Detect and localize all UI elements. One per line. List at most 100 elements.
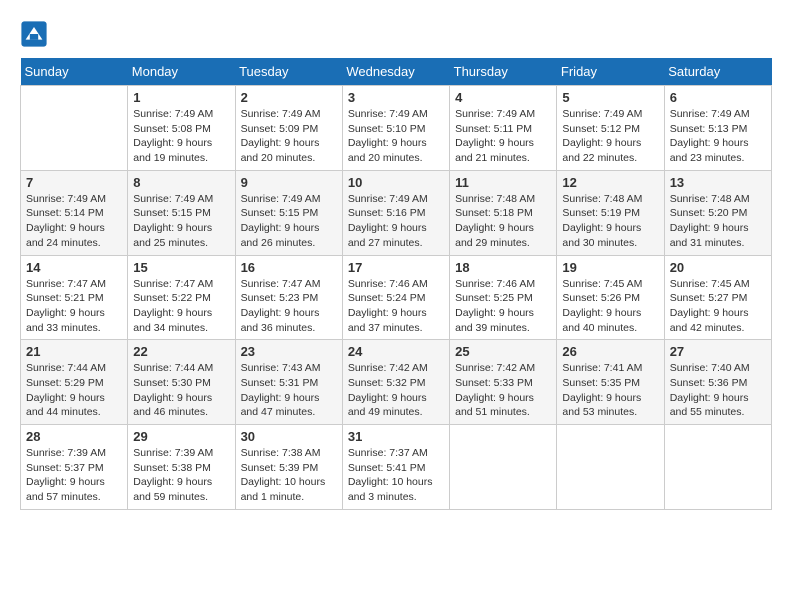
calendar-week-3: 14 Sunrise: 7:47 AM Sunset: 5:21 PM Dayli… [21,255,772,340]
calendar-cell: 4 Sunrise: 7:49 AM Sunset: 5:11 PM Daylig… [450,86,557,171]
day-info: Sunrise: 7:49 AM Sunset: 5:12 PM Dayligh… [562,107,658,166]
day-number: 19 [562,260,658,275]
calendar-table: SundayMondayTuesdayWednesdayThursdayFrid… [20,58,772,510]
day-info: Sunrise: 7:45 AM Sunset: 5:27 PM Dayligh… [670,277,766,336]
day-info: Sunrise: 7:49 AM Sunset: 5:08 PM Dayligh… [133,107,229,166]
logo-icon [20,20,48,48]
day-info: Sunrise: 7:39 AM Sunset: 5:38 PM Dayligh… [133,446,229,505]
calendar-cell: 19 Sunrise: 7:45 AM Sunset: 5:26 PM Dayli… [557,255,664,340]
day-number: 28 [26,429,122,444]
calendar-cell: 2 Sunrise: 7:49 AM Sunset: 5:09 PM Daylig… [235,86,342,171]
calendar-week-2: 7Sunrise: 7:49 AM Sunset: 5:14 PM Daylig… [21,170,772,255]
calendar-cell [664,425,771,510]
calendar-cell: 7Sunrise: 7:49 AM Sunset: 5:14 PM Daylig… [21,170,128,255]
day-number: 16 [241,260,337,275]
calendar-week-5: 28Sunrise: 7:39 AM Sunset: 5:37 PM Dayli… [21,425,772,510]
day-number: 18 [455,260,551,275]
day-number: 8 [133,175,229,190]
day-info: Sunrise: 7:49 AM Sunset: 5:15 PM Dayligh… [241,192,337,251]
day-info: Sunrise: 7:49 AM Sunset: 5:10 PM Dayligh… [348,107,444,166]
calendar-cell: 14 Sunrise: 7:47 AM Sunset: 5:21 PM Dayli… [21,255,128,340]
day-number: 2 [241,90,337,105]
day-number: 1 [133,90,229,105]
day-info: Sunrise: 7:41 AM Sunset: 5:35 PM Dayligh… [562,361,658,420]
day-number: 22 [133,344,229,359]
calendar-week-1: 1 Sunrise: 7:49 AM Sunset: 5:08 PM Daylig… [21,86,772,171]
col-header-tuesday: Tuesday [235,58,342,86]
calendar-cell: 30 Sunrise: 7:38 AM Sunset: 5:39 PM Dayli… [235,425,342,510]
calendar-cell: 18 Sunrise: 7:46 AM Sunset: 5:25 PM Dayli… [450,255,557,340]
day-info: Sunrise: 7:48 AM Sunset: 5:19 PM Dayligh… [562,192,658,251]
calendar-cell: 25 Sunrise: 7:42 AM Sunset: 5:33 PM Dayli… [450,340,557,425]
calendar-cell: 12 Sunrise: 7:48 AM Sunset: 5:19 PM Dayli… [557,170,664,255]
calendar-cell: 22 Sunrise: 7:44 AM Sunset: 5:30 PM Dayli… [128,340,235,425]
calendar-cell: 29 Sunrise: 7:39 AM Sunset: 5:38 PM Dayli… [128,425,235,510]
day-info: Sunrise: 7:48 AM Sunset: 5:18 PM Dayligh… [455,192,551,251]
calendar-cell: 5 Sunrise: 7:49 AM Sunset: 5:12 PM Daylig… [557,86,664,171]
day-number: 27 [670,344,766,359]
day-number: 4 [455,90,551,105]
col-header-monday: Monday [128,58,235,86]
col-header-saturday: Saturday [664,58,771,86]
day-number: 20 [670,260,766,275]
day-number: 5 [562,90,658,105]
calendar-cell: 10Sunrise: 7:49 AM Sunset: 5:16 PM Dayli… [342,170,449,255]
calendar-cell [21,86,128,171]
day-info: Sunrise: 7:49 AM Sunset: 5:16 PM Dayligh… [348,192,444,251]
day-number: 14 [26,260,122,275]
day-info: Sunrise: 7:47 AM Sunset: 5:22 PM Dayligh… [133,277,229,336]
calendar-cell: 31 Sunrise: 7:37 AM Sunset: 5:41 PM Dayli… [342,425,449,510]
day-number: 23 [241,344,337,359]
day-number: 7 [26,175,122,190]
day-info: Sunrise: 7:46 AM Sunset: 5:25 PM Dayligh… [455,277,551,336]
calendar-cell: 6Sunrise: 7:49 AM Sunset: 5:13 PM Daylig… [664,86,771,171]
calendar-week-4: 21Sunrise: 7:44 AM Sunset: 5:29 PM Dayli… [21,340,772,425]
day-info: Sunrise: 7:49 AM Sunset: 5:15 PM Dayligh… [133,192,229,251]
day-info: Sunrise: 7:44 AM Sunset: 5:30 PM Dayligh… [133,361,229,420]
col-header-sunday: Sunday [21,58,128,86]
calendar-cell [557,425,664,510]
day-info: Sunrise: 7:37 AM Sunset: 5:41 PM Dayligh… [348,446,444,505]
day-info: Sunrise: 7:47 AM Sunset: 5:21 PM Dayligh… [26,277,122,336]
day-info: Sunrise: 7:49 AM Sunset: 5:11 PM Dayligh… [455,107,551,166]
day-number: 3 [348,90,444,105]
day-info: Sunrise: 7:49 AM Sunset: 5:13 PM Dayligh… [670,107,766,166]
logo [20,20,52,48]
col-header-friday: Friday [557,58,664,86]
day-number: 21 [26,344,122,359]
col-header-thursday: Thursday [450,58,557,86]
day-info: Sunrise: 7:38 AM Sunset: 5:39 PM Dayligh… [241,446,337,505]
calendar-cell: 21Sunrise: 7:44 AM Sunset: 5:29 PM Dayli… [21,340,128,425]
day-number: 31 [348,429,444,444]
day-number: 25 [455,344,551,359]
calendar-cell: 1 Sunrise: 7:49 AM Sunset: 5:08 PM Daylig… [128,86,235,171]
day-info: Sunrise: 7:40 AM Sunset: 5:36 PM Dayligh… [670,361,766,420]
day-number: 13 [670,175,766,190]
calendar-cell: 13Sunrise: 7:48 AM Sunset: 5:20 PM Dayli… [664,170,771,255]
day-info: Sunrise: 7:42 AM Sunset: 5:33 PM Dayligh… [455,361,551,420]
calendar-cell: 17 Sunrise: 7:46 AM Sunset: 5:24 PM Dayli… [342,255,449,340]
calendar-cell: 11Sunrise: 7:48 AM Sunset: 5:18 PM Dayli… [450,170,557,255]
day-number: 29 [133,429,229,444]
day-number: 9 [241,175,337,190]
day-info: Sunrise: 7:45 AM Sunset: 5:26 PM Dayligh… [562,277,658,336]
day-number: 24 [348,344,444,359]
page-header [20,20,772,48]
calendar-cell: 28Sunrise: 7:39 AM Sunset: 5:37 PM Dayli… [21,425,128,510]
calendar-cell: 3 Sunrise: 7:49 AM Sunset: 5:10 PM Daylig… [342,86,449,171]
day-number: 30 [241,429,337,444]
calendar-cell: 26 Sunrise: 7:41 AM Sunset: 5:35 PM Dayli… [557,340,664,425]
calendar-cell: 24 Sunrise: 7:42 AM Sunset: 5:32 PM Dayli… [342,340,449,425]
day-number: 15 [133,260,229,275]
col-header-wednesday: Wednesday [342,58,449,86]
day-number: 17 [348,260,444,275]
day-number: 26 [562,344,658,359]
calendar-cell: 20 Sunrise: 7:45 AM Sunset: 5:27 PM Dayli… [664,255,771,340]
day-info: Sunrise: 7:49 AM Sunset: 5:09 PM Dayligh… [241,107,337,166]
day-number: 12 [562,175,658,190]
day-info: Sunrise: 7:42 AM Sunset: 5:32 PM Dayligh… [348,361,444,420]
calendar-cell: 27 Sunrise: 7:40 AM Sunset: 5:36 PM Dayli… [664,340,771,425]
day-info: Sunrise: 7:43 AM Sunset: 5:31 PM Dayligh… [241,361,337,420]
day-info: Sunrise: 7:47 AM Sunset: 5:23 PM Dayligh… [241,277,337,336]
day-info: Sunrise: 7:46 AM Sunset: 5:24 PM Dayligh… [348,277,444,336]
